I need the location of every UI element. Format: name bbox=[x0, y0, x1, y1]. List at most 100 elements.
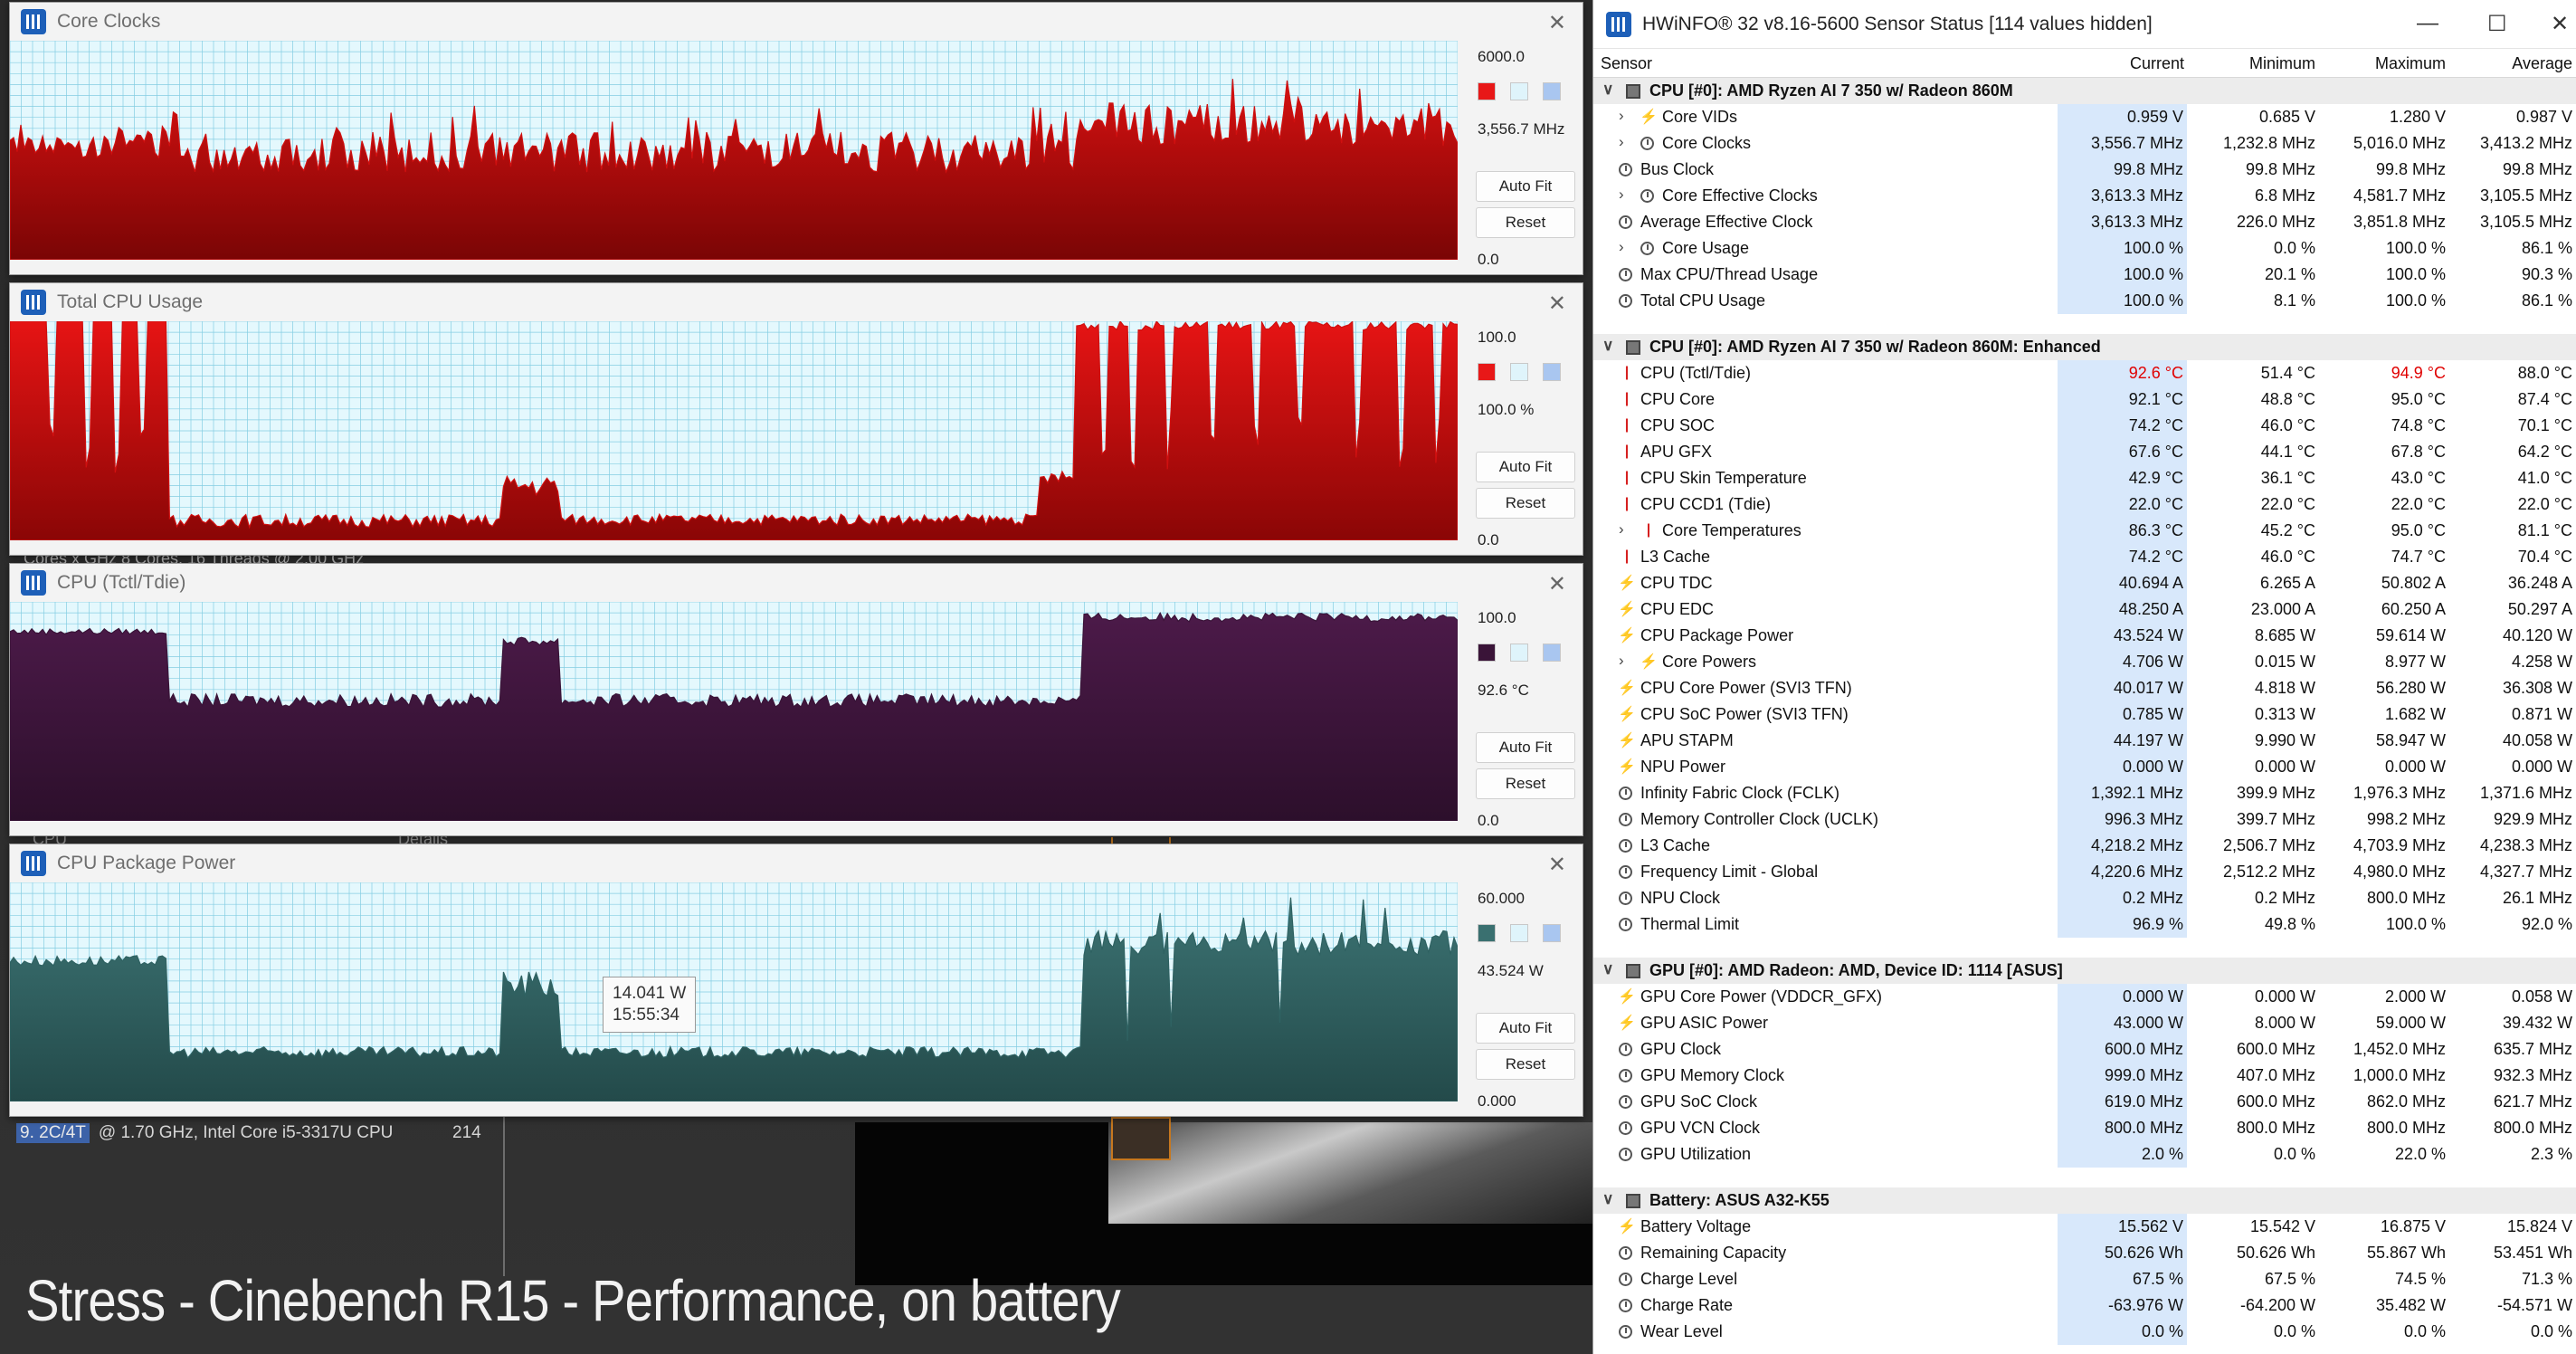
sensor-average-value: 3,105.5 MHz bbox=[2479, 186, 2572, 205]
sensor-row[interactable]: Thermal Limit 96.9 % 49.8 % 100.0 % 92.0 % bbox=[1593, 911, 2576, 938]
sensor-row[interactable]: Charge Rate -63.976 W -64.200 W 35.482 W -54… bbox=[1593, 1292, 2576, 1319]
sensor-row[interactable]: | CPU SOC 74.2 °C 46.0 °C 74.8 °C 70.1 °C bbox=[1593, 413, 2576, 439]
sensor-group-row[interactable]: ∨ CPU [#0]: AMD Ryzen AI 7 350 w/ Radeon … bbox=[1593, 334, 2576, 360]
sensor-group-row[interactable]: ∨ Battery: ASUS A32-K55 bbox=[1593, 1187, 2576, 1214]
caption: Stress - Cinebench R15 - Performance, on… bbox=[25, 1268, 1121, 1333]
sensor-row[interactable]: ⚡ CPU TDC 40.694 A 6.265 A 50.802 A 36.248 A bbox=[1593, 570, 2576, 596]
sensor-row[interactable]: ⚡ NPU Power 0.000 W 0.000 W 0.000 W 0.000 W bbox=[1593, 754, 2576, 780]
color-swatch[interactable] bbox=[1478, 363, 1496, 381]
graph-window-cpu-package-power[interactable]: CPU Package Power ✕ 14.041 W 15:55:34 60… bbox=[9, 844, 1583, 1117]
expand-chevron-icon[interactable]: › bbox=[1619, 520, 1624, 539]
sensor-row[interactable]: ⚡ CPU Core Power (SVI3 TFN) 40.017 W 4.818 … bbox=[1593, 675, 2576, 701]
sensor-row[interactable]: ⚡ GPU Core Power (VDDCR_GFX) 0.000 W 0.000 … bbox=[1593, 984, 2576, 1010]
column-current[interactable]: Current bbox=[2058, 54, 2184, 73]
sensor-row[interactable]: ⚡ GPU ASIC Power 43.000 W 8.000 W 59.000 W 39… bbox=[1593, 1010, 2576, 1036]
expand-chevron-icon[interactable]: › bbox=[1619, 186, 1624, 204]
sensor-row[interactable]: Memory Controller Clock (UCLK) 996.3 MHz 3… bbox=[1593, 806, 2576, 833]
close-icon[interactable]: ✕ bbox=[1548, 10, 1566, 36]
color-swatch[interactable] bbox=[1510, 363, 1528, 381]
sensor-row[interactable]: GPU Utilization 2.0 % 0.0 % 22.0 % 2.3 % bbox=[1593, 1141, 2576, 1168]
color-swatch[interactable] bbox=[1543, 363, 1561, 381]
sensor-row[interactable]: Total CPU Usage 100.0 % 8.1 % 100.0 % 86.1 % bbox=[1593, 288, 2576, 314]
hwinfo-sensor-window[interactable]: HWiNFO® 32 v8.16-5600 Sensor Status [114… bbox=[1592, 0, 2576, 1354]
collapse-chevron-icon[interactable]: ∨ bbox=[1602, 1190, 1613, 1208]
expand-chevron-icon[interactable]: › bbox=[1619, 107, 1624, 125]
collapse-chevron-icon[interactable]: ∨ bbox=[1602, 960, 1613, 978]
column-maximum[interactable]: Maximum bbox=[2321, 54, 2446, 73]
maximize-icon[interactable]: ☐ bbox=[2487, 11, 2507, 37]
sensor-row[interactable]: GPU SoC Clock 619.0 MHz 600.0 MHz 862.0 MHz… bbox=[1593, 1089, 2576, 1115]
color-swatch[interactable] bbox=[1543, 644, 1561, 662]
sensor-row[interactable]: › ⚡ Core Powers 4.706 W 0.015 W 8.977 W 4.258 … bbox=[1593, 649, 2576, 675]
auto-fit-button[interactable]: Auto Fit bbox=[1476, 1013, 1575, 1044]
sensor-row[interactable]: › ⚡ Core VIDs 0.959 V 0.685 V 1.280 V 0.987 V bbox=[1593, 104, 2576, 130]
graph-window-core-clocks[interactable]: Core Clocks ✕ 6000.0 3,556.7 MHz Auto Fi… bbox=[9, 2, 1583, 275]
sensor-row[interactable]: Frequency Limit - Global 4,220.6 MHz 2,512… bbox=[1593, 859, 2576, 885]
sensor-current-value: 3,613.3 MHz bbox=[2058, 183, 2187, 209]
auto-fit-button[interactable]: Auto Fit bbox=[1476, 732, 1575, 763]
sensor-row[interactable]: › Core Clocks 3,556.7 MHz 1,232.8 MHz 5,016.… bbox=[1593, 130, 2576, 157]
column-average[interactable]: Average bbox=[2451, 54, 2572, 73]
auto-fit-button[interactable]: Auto Fit bbox=[1476, 452, 1575, 482]
color-swatch[interactable] bbox=[1478, 924, 1496, 942]
sensor-row[interactable]: ⚡ Battery Voltage 15.562 V 15.542 V 16.875 V… bbox=[1593, 1214, 2576, 1240]
graph-window-cpu-tctl-tdie[interactable]: CPU (Tctl/Tdie) ✕ 100.0 92.6 °C Auto Fit… bbox=[9, 563, 1583, 836]
sensor-row[interactable]: GPU Memory Clock 999.0 MHz 407.0 MHz 1,000.… bbox=[1593, 1063, 2576, 1089]
sensor-row[interactable]: Average Effective Clock 3,613.3 MHz 226.0 … bbox=[1593, 209, 2576, 235]
sensor-row[interactable]: ⚡ CPU EDC 48.250 A 23.000 A 60.250 A 50.297 A bbox=[1593, 596, 2576, 623]
color-swatch[interactable] bbox=[1543, 82, 1561, 100]
sensor-row[interactable]: Remaining Capacity 50.626 Wh 50.626 Wh 55.8… bbox=[1593, 1240, 2576, 1266]
color-swatch[interactable] bbox=[1543, 924, 1561, 942]
color-swatch[interactable] bbox=[1510, 82, 1528, 100]
reset-button[interactable]: Reset bbox=[1476, 768, 1575, 799]
sensor-group-row[interactable]: ∨ GPU [#0]: AMD Radeon: AMD, Device ID: 1… bbox=[1593, 958, 2576, 984]
graph-titlebar[interactable]: CPU (Tctl/Tdie) bbox=[10, 564, 1583, 602]
sensor-group-row[interactable]: ∨ CPU [#0]: AMD Ryzen AI 7 350 w/ Radeon … bbox=[1593, 78, 2576, 104]
reset-button[interactable]: Reset bbox=[1476, 207, 1575, 238]
close-icon[interactable]: ✕ bbox=[1548, 852, 1566, 878]
color-swatch[interactable] bbox=[1478, 644, 1496, 662]
color-swatch[interactable] bbox=[1510, 924, 1528, 942]
color-swatch[interactable] bbox=[1510, 644, 1528, 662]
sensor-row[interactable]: | APU GFX 67.6 °C 44.1 °C 67.8 °C 64.2 °C bbox=[1593, 439, 2576, 465]
sensor-row[interactable]: › Core Effective Clocks 3,613.3 MHz 6.8 MHz… bbox=[1593, 183, 2576, 209]
sensor-row[interactable]: › Core Usage 100.0 % 0.0 % 100.0 % 86.1 % bbox=[1593, 235, 2576, 262]
column-minimum[interactable]: Minimum bbox=[2191, 54, 2315, 73]
sensor-row[interactable]: › | Core Temperatures 86.3 °C 45.2 °C 95.0 °C… bbox=[1593, 518, 2576, 544]
sensor-row[interactable]: Infinity Fabric Clock (FCLK) 1,392.1 MHz 3… bbox=[1593, 780, 2576, 806]
sensor-row[interactable]: Charge Level 67.5 % 67.5 % 74.5 % 71.3 % bbox=[1593, 1266, 2576, 1292]
expand-chevron-icon[interactable]: › bbox=[1619, 652, 1624, 670]
sensor-row[interactable]: | CPU CCD1 (Tdie) 22.0 °C 22.0 °C 22.0 °C 22.… bbox=[1593, 491, 2576, 518]
close-icon[interactable]: ✕ bbox=[1548, 571, 1566, 597]
color-swatch[interactable] bbox=[1478, 82, 1496, 100]
sensor-row[interactable]: Bus Clock 99.8 MHz 99.8 MHz 99.8 MHz 99.8 MH… bbox=[1593, 157, 2576, 183]
expand-chevron-icon[interactable]: › bbox=[1619, 133, 1624, 151]
sensor-row[interactable]: L3 Cache 4,218.2 MHz 2,506.7 MHz 4,703.9 MH… bbox=[1593, 833, 2576, 859]
sensor-row[interactable]: | L3 Cache 74.2 °C 46.0 °C 74.7 °C 70.4 °C bbox=[1593, 544, 2576, 570]
graph-titlebar[interactable]: CPU Package Power bbox=[10, 844, 1583, 882]
collapse-chevron-icon[interactable]: ∨ bbox=[1602, 337, 1613, 355]
collapse-chevron-icon[interactable]: ∨ bbox=[1602, 81, 1613, 99]
close-icon[interactable]: ✕ bbox=[1548, 291, 1566, 317]
sensor-row[interactable]: ⚡ APU STAPM 44.197 W 9.990 W 58.947 W 40.058 … bbox=[1593, 728, 2576, 754]
sensor-row[interactable]: Max CPU/Thread Usage 100.0 % 20.1 % 100.0 %… bbox=[1593, 262, 2576, 288]
sensor-row[interactable]: | CPU Core 92.1 °C 48.8 °C 95.0 °C 87.4 °C bbox=[1593, 386, 2576, 413]
sensor-row[interactable]: ⚡ CPU SoC Power (SVI3 TFN) 0.785 W 0.313 W 1… bbox=[1593, 701, 2576, 728]
sensor-row[interactable]: ⚡ CPU Package Power 43.524 W 8.685 W 59.614 … bbox=[1593, 623, 2576, 649]
sensor-row[interactable]: GPU VCN Clock 800.0 MHz 800.0 MHz 800.0 MHz… bbox=[1593, 1115, 2576, 1141]
graph-titlebar[interactable]: Total CPU Usage bbox=[10, 283, 1583, 321]
minimize-icon[interactable]: — bbox=[2417, 11, 2438, 36]
expand-chevron-icon[interactable]: › bbox=[1619, 238, 1624, 256]
close-icon[interactable]: ✕ bbox=[2551, 11, 2569, 37]
sensor-row[interactable]: | CPU (Tctl/Tdie) 92.6 °C 51.4 °C 94.9 °C 88.… bbox=[1593, 360, 2576, 386]
sensor-row[interactable]: Wear Level 0.0 % 0.0 % 0.0 % 0.0 % bbox=[1593, 1319, 2576, 1345]
graph-window-total-cpu-usage[interactable]: Total CPU Usage ✕ 100.0 100.0 % Auto Fit… bbox=[9, 282, 1583, 556]
reset-button[interactable]: Reset bbox=[1476, 1049, 1575, 1080]
sensor-row[interactable]: NPU Clock 0.2 MHz 0.2 MHz 800.0 MHz 26.1 MHz bbox=[1593, 885, 2576, 911]
column-sensor[interactable]: Sensor bbox=[1601, 54, 1652, 73]
reset-button[interactable]: Reset bbox=[1476, 488, 1575, 519]
sensor-row[interactable]: | CPU Skin Temperature 42.9 °C 36.1 °C 43.0 … bbox=[1593, 465, 2576, 491]
sensor-row[interactable]: GPU Clock 600.0 MHz 600.0 MHz 1,452.0 MHz 63… bbox=[1593, 1036, 2576, 1063]
graph-titlebar[interactable]: Core Clocks bbox=[10, 3, 1583, 41]
auto-fit-button[interactable]: Auto Fit bbox=[1476, 171, 1575, 202]
